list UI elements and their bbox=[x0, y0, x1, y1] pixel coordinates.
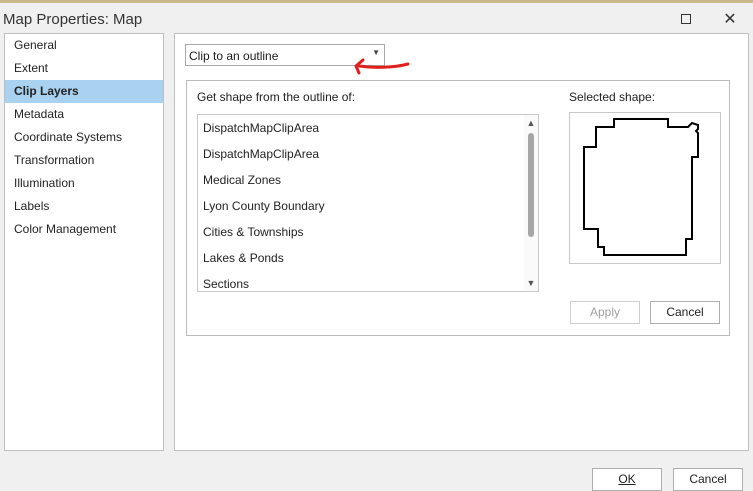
nav-item-illumination[interactable]: Illumination bbox=[5, 172, 163, 195]
nav-item-labels[interactable]: Labels bbox=[5, 195, 163, 218]
red-arrow-annotation bbox=[354, 58, 410, 75]
list-item[interactable]: DispatchMapClipArea bbox=[198, 115, 538, 141]
maximize-icon bbox=[681, 14, 691, 24]
list-item[interactable]: Sections bbox=[198, 271, 538, 291]
window-title: Map Properties: Map bbox=[3, 11, 143, 28]
outline-list-label: Get shape from the outline of: bbox=[197, 90, 356, 104]
close-button[interactable]: ✕ bbox=[719, 9, 741, 29]
cancel-button[interactable]: Cancel bbox=[673, 468, 743, 491]
apply-button[interactable]: Apply bbox=[570, 301, 640, 324]
nav-item-metadata[interactable]: Metadata bbox=[5, 103, 163, 126]
nav-item-general[interactable]: General bbox=[5, 34, 163, 57]
nav-item-transformation[interactable]: Transformation bbox=[5, 149, 163, 172]
scroll-thumb[interactable] bbox=[528, 133, 534, 237]
nav-item-clip-layers[interactable]: Clip Layers bbox=[5, 80, 163, 103]
clip-mode-value: Clip to an outline bbox=[189, 49, 279, 63]
list-scrollbar[interactable]: ▲ ▼ bbox=[524, 115, 538, 291]
list-item[interactable]: Medical Zones bbox=[198, 167, 538, 193]
nav-item-extent[interactable]: Extent bbox=[5, 57, 163, 80]
list-item[interactable]: Lyon County Boundary bbox=[198, 193, 538, 219]
nav-item-coordinate-systems[interactable]: Coordinate Systems bbox=[5, 126, 163, 149]
outline-layer-list[interactable]: DispatchMapClipArea DispatchMapClipArea … bbox=[197, 114, 539, 292]
outline-group: Get shape from the outline of: Selected … bbox=[186, 80, 730, 336]
scroll-down-icon[interactable]: ▼ bbox=[524, 276, 538, 290]
ok-button[interactable]: OK bbox=[592, 468, 662, 491]
list-item[interactable]: DispatchMapClipArea bbox=[198, 141, 538, 167]
property-nav-list: General Extent Clip Layers Metadata Coor… bbox=[4, 33, 164, 451]
shape-cancel-button[interactable]: Cancel bbox=[650, 301, 720, 324]
scroll-up-icon[interactable]: ▲ bbox=[524, 116, 538, 130]
title-bar: Map Properties: Map ✕ bbox=[0, 3, 753, 33]
outline-shape-graphic bbox=[583, 118, 699, 256]
list-item[interactable]: Cities & Townships bbox=[198, 219, 538, 245]
selected-shape-label: Selected shape: bbox=[569, 90, 656, 104]
selected-shape-preview bbox=[569, 112, 721, 264]
close-icon: ✕ bbox=[723, 11, 737, 28]
ok-label: OK bbox=[618, 472, 636, 486]
list-item[interactable]: Lakes & Ponds bbox=[198, 245, 538, 271]
nav-item-color-management[interactable]: Color Management bbox=[5, 218, 163, 241]
maximize-button[interactable] bbox=[675, 9, 697, 29]
clip-layers-panel: Clip to an outline ▼ Get shape from the … bbox=[174, 33, 749, 451]
